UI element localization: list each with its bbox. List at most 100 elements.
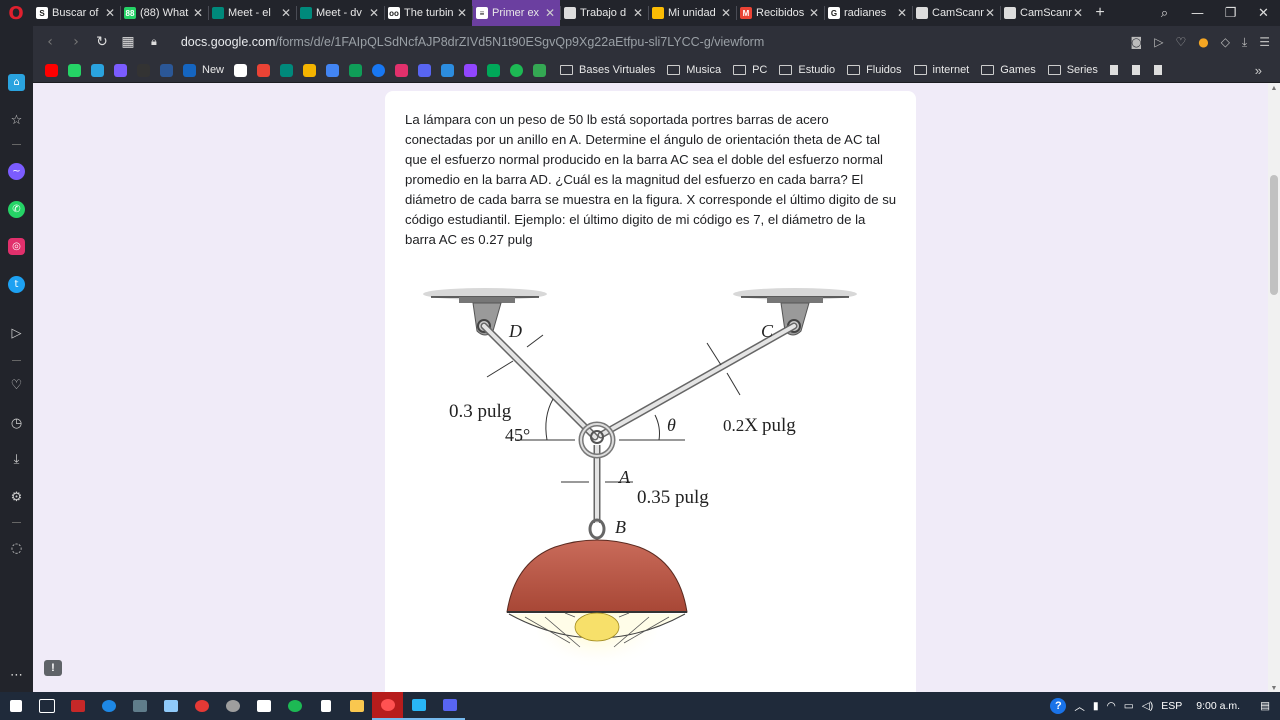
- bookmark-file-1[interactable]: [1109, 65, 1122, 75]
- easy-setup-icon[interactable]: ☰: [1259, 35, 1270, 49]
- cube-icon[interactable]: ◇: [1221, 35, 1230, 49]
- facebook-icon[interactable]: [372, 63, 386, 77]
- twitch-icon[interactable]: [464, 63, 478, 77]
- youtube-icon[interactable]: [45, 63, 58, 77]
- bookmark-app-icon[interactable]: [418, 63, 432, 77]
- bookmark-leaf-icon[interactable]: [533, 63, 547, 77]
- taskbar-app-2[interactable]: [93, 692, 124, 720]
- instagram-icon[interactable]: [395, 63, 409, 77]
- tab-5[interactable]: ≡ Primer ex ✕: [472, 0, 560, 26]
- wifi-icon[interactable]: ◠: [1107, 700, 1116, 712]
- lock-icon[interactable]: 🔒︎: [151, 36, 157, 49]
- bookmark-folder[interactable]: internet: [913, 64, 969, 76]
- messenger-icon[interactable]: [114, 63, 127, 77]
- send-icon[interactable]: ▷: [1154, 35, 1163, 49]
- taskbar-app-4[interactable]: [155, 692, 186, 720]
- tab-4[interactable]: oo The turbin ✕: [384, 0, 472, 26]
- scroll-up-arrow[interactable]: ▲: [1268, 85, 1280, 92]
- page-scrollbar[interactable]: ▲ ▼: [1268, 83, 1280, 692]
- tab-close-icon[interactable]: ✕: [1072, 6, 1084, 20]
- more-icon[interactable]: ⋯: [8, 667, 25, 684]
- lightbulb-icon[interactable]: ●: [1198, 35, 1208, 49]
- opera-menu-icon[interactable]: O: [0, 0, 32, 26]
- taskbar-app-1[interactable]: [62, 692, 93, 720]
- bookmark-site-icon[interactable]: [160, 63, 173, 77]
- tabs-grid-icon[interactable]: ▦: [115, 34, 141, 50]
- tab-close-icon[interactable]: ✕: [456, 6, 468, 20]
- tab-3[interactable]: Meet - dv ✕: [296, 0, 384, 26]
- taskbar-app-9[interactable]: [403, 692, 434, 720]
- taskbar-app-5[interactable]: [186, 692, 217, 720]
- lightbulb-icon[interactable]: ◌: [8, 540, 25, 557]
- bookmark-w-icon[interactable]: [487, 63, 501, 77]
- tab-1[interactable]: 88 (88) What ✕: [120, 0, 208, 26]
- search-tabs-icon[interactable]: ⌕: [1148, 0, 1181, 26]
- bookmark-folder[interactable]: Bases Virtuales: [560, 64, 655, 76]
- bookmarks-overflow-icon[interactable]: »: [1255, 63, 1262, 78]
- clock[interactable]: 9:00 a.m.: [1196, 700, 1240, 712]
- tab-2[interactable]: Meet - el ✕: [208, 0, 296, 26]
- bookmark-folder[interactable]: Musica: [667, 64, 721, 76]
- settings-icon[interactable]: ⚙: [8, 489, 25, 506]
- bookmark-file-2[interactable]: [1131, 65, 1144, 75]
- taskbar-app-8[interactable]: [310, 692, 341, 720]
- bookmark-folder[interactable]: PC: [733, 64, 767, 76]
- tab-6[interactable]: Trabajo d ✕: [560, 0, 648, 26]
- microphone-icon[interactable]: ▮: [1093, 700, 1099, 712]
- taskbar-app-7[interactable]: [248, 692, 279, 720]
- tab-close-icon[interactable]: ✕: [808, 6, 820, 20]
- bookmark-video-icon[interactable]: [441, 63, 455, 77]
- twitter-icon[interactable]: t: [8, 276, 25, 293]
- tab-close-icon[interactable]: ✕: [896, 6, 908, 20]
- tab-8[interactable]: M Recibidos ✕: [736, 0, 824, 26]
- tab-close-icon[interactable]: ✕: [192, 6, 204, 20]
- tab-close-icon[interactable]: ✕: [632, 6, 644, 20]
- meet-icon[interactable]: [280, 63, 294, 77]
- language-indicator[interactable]: ESP: [1161, 700, 1182, 712]
- minimize-button[interactable]: —: [1181, 0, 1214, 26]
- snapshot-icon[interactable]: ◙: [1131, 35, 1143, 49]
- bookmark-folder[interactable]: Series: [1047, 64, 1098, 76]
- tab-close-icon[interactable]: ✕: [104, 6, 116, 20]
- bookmark-file-3[interactable]: [1153, 65, 1166, 75]
- player-icon[interactable]: ▷: [8, 325, 25, 342]
- bookmark-folder[interactable]: Estudio: [779, 64, 835, 76]
- taskbar-spotify-icon[interactable]: [279, 692, 310, 720]
- history-icon[interactable]: ◷: [8, 415, 25, 432]
- tab-0[interactable]: S Buscar of ✕: [32, 0, 120, 26]
- gmail-icon[interactable]: [257, 63, 271, 77]
- scroll-thumb[interactable]: [1270, 175, 1278, 295]
- task-view-icon[interactable]: [31, 692, 62, 720]
- bookmark-new[interactable]: New: [183, 63, 224, 77]
- star-icon[interactable]: ☆: [8, 112, 25, 129]
- taskbar-app-3[interactable]: [124, 692, 155, 720]
- bookmark-folder[interactable]: Fluidos: [847, 64, 902, 76]
- whatsapp-icon[interactable]: ✆: [8, 201, 25, 218]
- telegram-icon[interactable]: [91, 63, 104, 77]
- tab-11[interactable]: CamScann ✕: [1000, 0, 1088, 26]
- taskbar-explorer-icon[interactable]: [341, 692, 372, 720]
- taskbar-opera-icon[interactable]: [372, 692, 403, 720]
- downloads-icon[interactable]: ⤓: [8, 451, 25, 468]
- tab-close-icon[interactable]: ✕: [368, 6, 380, 20]
- home-icon[interactable]: ⌂: [8, 74, 25, 91]
- tab-9[interactable]: Gradianes ✕: [824, 0, 912, 26]
- reload-button[interactable]: ↻: [89, 34, 115, 50]
- classroom-icon[interactable]: [303, 63, 317, 77]
- tab-close-icon[interactable]: ✕: [984, 6, 996, 20]
- calendar-icon[interactable]: [326, 63, 340, 77]
- volume-icon[interactable]: ◁): [1142, 700, 1154, 712]
- tab-close-icon[interactable]: ✕: [544, 6, 556, 20]
- back-button[interactable]: ‹: [37, 34, 63, 50]
- heart-icon[interactable]: ♡: [8, 377, 25, 394]
- whatsapp-icon[interactable]: [68, 63, 81, 77]
- restore-button[interactable]: ❐: [1214, 0, 1247, 26]
- scroll-down-arrow[interactable]: ▼: [1268, 685, 1280, 692]
- tab-10[interactable]: CamScann ✕: [912, 0, 1000, 26]
- url-field[interactable]: docs.google.com/forms/d/e/1FAIpQLSdNcfAJ…: [181, 35, 764, 49]
- drive-icon[interactable]: [349, 63, 363, 77]
- fm-icon[interactable]: [137, 63, 150, 77]
- feedback-button[interactable]: !: [44, 660, 62, 676]
- start-button[interactable]: [0, 692, 31, 720]
- tab-close-icon[interactable]: ✕: [720, 6, 732, 20]
